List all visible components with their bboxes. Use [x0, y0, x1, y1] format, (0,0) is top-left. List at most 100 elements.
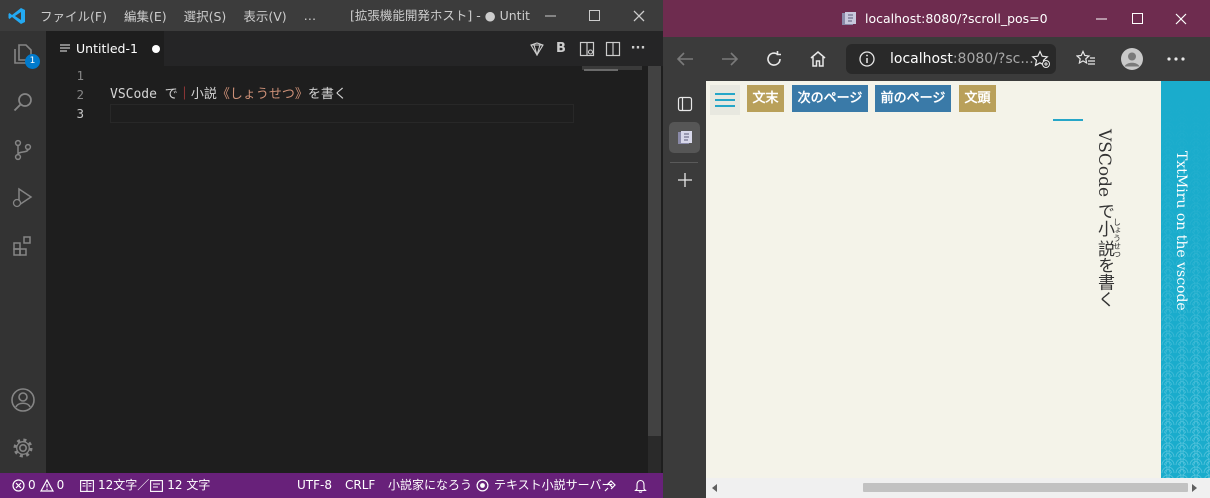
notifications-button[interactable] — [634, 473, 647, 498]
tab-strip-divider — [670, 162, 698, 163]
error-count: 0 — [28, 478, 36, 492]
favorites-button[interactable] — [1067, 37, 1105, 81]
close-window-button[interactable] — [617, 0, 661, 31]
source-control-button[interactable] — [0, 127, 46, 173]
browser-close-button[interactable] — [1159, 0, 1203, 37]
more-actions-button[interactable]: ··· — [626, 31, 650, 66]
file-lines-icon — [60, 43, 70, 52]
vscode-titlebar: ファイル(F) 編集(E) 選択(S) 表示(V) … [拡張機能開発ホスト] … — [0, 0, 663, 31]
scroll-right-icon[interactable] — [1190, 484, 1198, 492]
explorer-badge: 1 — [25, 54, 40, 69]
editor-scrollbar-thumb[interactable] — [648, 66, 661, 436]
page-top-rule — [1053, 119, 1083, 121]
char-count-label: 12文字／ — [98, 478, 150, 492]
ruby-close-bracket: 》 — [294, 87, 308, 102]
address-bar[interactable]: localhost:8080/?sc... — [846, 44, 1056, 74]
menu-selection[interactable]: 選択(S) — [184, 6, 227, 25]
char-count-status[interactable]: 12文字／ 12 文字 — [80, 473, 210, 498]
server-label: テキスト小説サーバー — [494, 478, 614, 492]
web-page: 文末 次のページ 前のページ 文頭 VSCode で小説しょうせつを書く Txt… — [706, 81, 1210, 478]
browser-title: localhost:8080/?scroll_pos=0 — [841, 0, 1048, 37]
vertical-tab-strip — [663, 81, 706, 498]
status-bar: 0 0 12文字／ 12 文字 UTF-8 CRLF 小説家になろう テキスト小… — [0, 473, 663, 498]
extensions-button[interactable] — [0, 223, 46, 269]
reload-button[interactable] — [755, 37, 793, 81]
maximize-icon — [588, 10, 600, 21]
settings-menu-button[interactable] — [1157, 37, 1195, 81]
book-icon — [80, 479, 94, 492]
home-icon — [810, 51, 826, 67]
next-page-button[interactable]: 次のページ — [792, 85, 868, 112]
ruby-base: 小説 — [190, 87, 217, 102]
profile-button[interactable] — [1113, 37, 1151, 81]
unsaved-dot-icon[interactable] — [151, 44, 160, 53]
tab-actions-button[interactable] — [669, 88, 700, 119]
preview-split-icon — [579, 41, 595, 56]
menu-file[interactable]: ファイル(F) — [40, 6, 107, 25]
language-mode-status[interactable]: 小説家になろう — [388, 473, 472, 498]
page-horizontal-scrollbar[interactable] — [706, 478, 1210, 498]
split-editor-icon — [605, 41, 621, 56]
new-tab-button[interactable] — [669, 164, 700, 195]
ruby-reading: しょうせつ — [1112, 218, 1122, 259]
minimize-button[interactable] — [528, 0, 572, 31]
manage-button[interactable] — [0, 425, 46, 471]
feedback-icon — [604, 479, 616, 491]
code-editor[interactable]: 1 2 3 VSCode で｜小説《しょうせつ》を書く — [46, 66, 663, 473]
eol-status[interactable]: CRLF — [345, 473, 375, 498]
feedback-button[interactable] — [603, 473, 617, 498]
accounts-button[interactable] — [0, 377, 46, 423]
tab-untitled-1[interactable]: Untitled-1 — [46, 31, 164, 66]
source-control-icon — [14, 139, 32, 161]
menu-more[interactable]: … — [304, 8, 317, 23]
end-of-text-button[interactable]: 文末 — [747, 85, 784, 112]
vertical-tab-active[interactable] — [669, 122, 700, 153]
ruby-base: 小説 — [1094, 218, 1114, 259]
close-icon — [633, 10, 645, 21]
open-preview-side-button[interactable] — [575, 31, 599, 66]
start-of-text-button[interactable]: 文頭 — [959, 85, 996, 112]
activity-bar: 1 — [0, 31, 46, 473]
maximize-button[interactable] — [572, 0, 616, 31]
scroll-left-icon[interactable] — [711, 484, 719, 492]
open-preview-button[interactable] — [525, 31, 549, 66]
browser-maximize-button[interactable] — [1115, 0, 1159, 37]
browser-title-text: localhost:8080/?scroll_pos=0 — [865, 11, 1048, 26]
back-button[interactable] — [666, 37, 704, 81]
code-line-2[interactable]: VSCode で｜小説《しょうせつ》を書く — [110, 85, 347, 104]
info-icon — [859, 51, 875, 67]
line-number: 3 — [76, 106, 84, 121]
search-button[interactable] — [0, 79, 46, 125]
bold-button[interactable]: B — [549, 31, 573, 66]
horizontal-scroll-thumb[interactable] — [863, 483, 1188, 492]
tab-label: Untitled-1 — [76, 41, 138, 56]
menu-edit[interactable]: 編集(E) — [124, 6, 167, 25]
run-debug-button[interactable] — [0, 175, 46, 221]
trailing-text: を書く — [307, 87, 347, 102]
warning-count: 0 — [56, 478, 65, 492]
extensions-icon — [13, 236, 31, 256]
ruby-open-bracket: 《 — [216, 87, 230, 102]
home-button[interactable] — [799, 37, 837, 81]
vtext-before: VSCode で — [1094, 129, 1114, 220]
warning-icon — [39, 479, 54, 492]
menu-view[interactable]: 表示(V) — [243, 6, 286, 25]
char-count-label-2: 12 文字 — [167, 478, 211, 492]
line-number: 2 — [76, 87, 84, 102]
forward-button[interactable] — [711, 37, 749, 81]
explorer-button[interactable]: 1 — [0, 31, 46, 77]
close-icon — [1175, 13, 1187, 24]
hamburger-menu-button[interactable] — [710, 85, 740, 115]
address-host: localhost — [890, 51, 953, 67]
split-editor-button[interactable] — [601, 31, 625, 66]
previous-page-button[interactable]: 前のページ — [875, 85, 951, 112]
vscode-logo-icon — [8, 8, 25, 24]
maximize-icon — [1131, 13, 1143, 24]
encoding-status[interactable]: UTF-8 — [297, 473, 332, 498]
problems-status[interactable]: 0 0 — [12, 473, 64, 498]
favorites-list-icon — [1076, 50, 1095, 65]
active-line-highlight — [110, 104, 574, 123]
server-status[interactable]: テキスト小説サーバー — [476, 473, 614, 498]
title-band: TxtMiru on the vscode — [1161, 81, 1210, 478]
arrow-right-icon — [722, 52, 739, 66]
